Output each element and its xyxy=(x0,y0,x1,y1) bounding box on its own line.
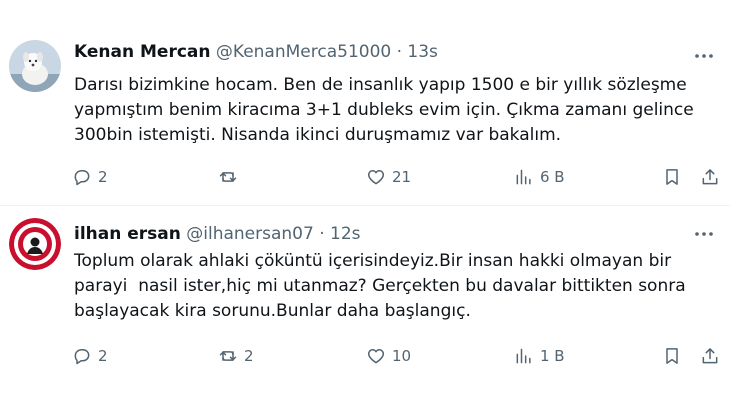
heart-icon xyxy=(367,170,385,185)
action-bar: 2 2 10 1 B xyxy=(0,344,730,368)
bookmark-button[interactable] xyxy=(662,344,682,368)
like-count: 10 xyxy=(392,347,412,365)
dog-photo-avatar xyxy=(9,40,61,92)
reply-count: 2 xyxy=(98,347,108,365)
tweet-text-line: Toplum olarak ahlaki çöküntü içerisindey… xyxy=(74,251,672,271)
tweet[interactable]: ilhan ersan @ilhanersan07 · 12s Toplum o… xyxy=(0,206,730,420)
action-bar: 2 21 6 B xyxy=(0,165,730,189)
tweet[interactable]: Kenan Mercan @KenanMerca51000 · 13s Darı… xyxy=(0,0,730,205)
tweet-text-line: başlayacak kira sorunu.Bunlar daha başla… xyxy=(74,301,471,321)
timestamp[interactable]: 12s xyxy=(330,224,361,244)
author-name[interactable]: Kenan Mercan xyxy=(74,42,210,62)
tweet-text-line: 300bin istemişti. Nisanda ikinci duruşma… xyxy=(74,125,562,145)
avatar[interactable] xyxy=(9,218,61,270)
repost-icon xyxy=(219,351,237,361)
like-count: 21 xyxy=(392,168,412,186)
author-handle[interactable]: @ilhanersan07 xyxy=(186,224,314,244)
timestamp[interactable]: 13s xyxy=(407,42,438,62)
tweet-header: ilhan ersan @ilhanersan07 · 12s xyxy=(74,223,361,245)
tweet-header: Kenan Mercan @KenanMerca51000 · 13s xyxy=(74,41,438,63)
more-options-icon[interactable] xyxy=(692,222,716,246)
share-icon xyxy=(702,169,718,185)
views-icon xyxy=(516,169,531,185)
views-icon xyxy=(516,348,531,364)
club-emblem-avatar xyxy=(9,218,61,270)
bookmark-icon xyxy=(666,169,678,185)
bookmark-icon xyxy=(666,348,678,364)
author-name[interactable]: ilhan ersan xyxy=(74,224,181,244)
repost-count: 2 xyxy=(244,347,254,365)
tweet-text: Toplum olarak ahlaki çöküntü içerisindey… xyxy=(74,249,714,324)
like-button[interactable]: 21 xyxy=(366,165,411,189)
reply-icon xyxy=(74,170,90,186)
share-icon xyxy=(702,348,718,364)
share-button[interactable] xyxy=(700,165,720,189)
views-button[interactable]: 6 B xyxy=(514,165,565,189)
repost-button[interactable] xyxy=(218,165,244,189)
tweet-text-line: Darısı bizimkine hocam. Ben de insanlık … xyxy=(74,75,687,95)
reply-button[interactable]: 2 xyxy=(72,165,108,189)
share-button[interactable] xyxy=(700,344,720,368)
view-count: 6 B xyxy=(540,168,565,186)
view-count: 1 B xyxy=(540,347,565,365)
tweet-text-line: yapmıştım benim kiracıma 3+1 dubleks evi… xyxy=(74,100,694,120)
reply-button[interactable]: 2 xyxy=(72,344,108,368)
bookmark-button[interactable] xyxy=(662,165,682,189)
heart-icon xyxy=(367,349,385,364)
reply-count: 2 xyxy=(98,168,108,186)
like-button[interactable]: 10 xyxy=(366,344,411,368)
separator: · xyxy=(319,224,325,244)
repost-button[interactable]: 2 xyxy=(218,344,254,368)
reply-icon xyxy=(74,349,90,365)
tweet-text-line: parayi nasil ister,hiç mi utanmaz? Gerçe… xyxy=(74,276,686,296)
author-handle[interactable]: @KenanMerca51000 xyxy=(216,42,391,62)
separator: · xyxy=(396,42,403,62)
more-options-icon[interactable] xyxy=(692,44,716,68)
avatar[interactable] xyxy=(9,40,61,92)
repost-icon xyxy=(219,172,237,182)
tweet-text: Darısı bizimkine hocam. Ben de insanlık … xyxy=(74,73,714,148)
views-button[interactable]: 1 B xyxy=(514,344,565,368)
